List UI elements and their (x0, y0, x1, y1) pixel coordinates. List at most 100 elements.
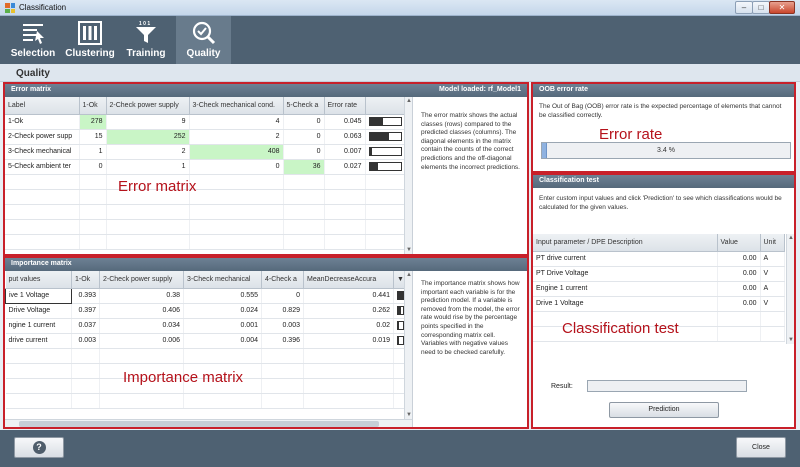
column-header[interactable]: 3-Check mechanical cond. (189, 97, 284, 115)
table-row[interactable]: 1-Ok 278 9 4 0 0.045 (5, 114, 406, 130)
close-button[interactable]: Close (736, 437, 786, 458)
row-label: 1-Ok (5, 114, 80, 130)
error-rate-bar-cell (365, 159, 406, 175)
scroll-up-icon[interactable]: ▲ (406, 272, 412, 278)
scroll-up-icon[interactable]: ▲ (406, 98, 412, 104)
main-toolbar: Selection Clustering 1 0 1 Training Qual… (0, 16, 800, 64)
column-header[interactable]: 1-Ok (71, 271, 100, 289)
table-row[interactable]: ive 1 Voltage 0.393 0.38 0.555 0 0.441 (5, 287, 408, 304)
scroll-down-icon[interactable]: ▼ (406, 247, 412, 253)
help-button[interactable]: ? (14, 437, 64, 458)
mda-bar (397, 291, 404, 300)
column-header[interactable]: Error rate (324, 97, 366, 115)
parameter-unit: A (760, 281, 785, 297)
page-title: Quality (16, 68, 50, 79)
column-header[interactable]: 2-Check power supply (99, 271, 184, 289)
parameter-value-input[interactable]: 0.00 (717, 266, 761, 282)
column-header[interactable] (365, 97, 406, 115)
row-label: ngine 1 current (5, 318, 72, 334)
close-window-button[interactable]: ✕ (769, 1, 795, 14)
row-label: Drive Voltage (5, 303, 72, 319)
tab-clustering[interactable]: Clustering (64, 16, 116, 64)
table-row[interactable]: Drive Voltage 0.397 0.406 0.024 0.829 0.… (5, 303, 408, 319)
table-cell: 0.003 (261, 318, 304, 334)
empty-row (5, 204, 406, 220)
parameter-name: Engine 1 current (533, 281, 718, 297)
column-header[interactable]: 4-Check a (261, 271, 304, 289)
table-row[interactable]: 5-Check ambient ter 0 1 0 36 0.027 (5, 159, 406, 175)
error-matrix-header-row: Label 1-Ok 2-Check power supply 3-Check … (5, 97, 406, 115)
parameter-name: PT Drive Voltage (533, 266, 718, 282)
column-header[interactable]: MeanDecreaseAccura (303, 271, 394, 289)
error-rate-cell: 0.027 (324, 159, 366, 175)
scroll-up-icon[interactable]: ▲ (788, 235, 794, 241)
table-row[interactable]: 3-Check mechanical 1 2 408 0 0.007 (5, 144, 406, 160)
table-cell: 0.003 (71, 333, 100, 349)
input-parameters-scrollbar[interactable]: ▲ ▼ (786, 234, 794, 344)
column-header[interactable]: Value (717, 234, 761, 252)
column-header[interactable]: Input parameter / DPE Description (533, 234, 718, 252)
table-cell: 0.006 (99, 333, 184, 349)
scroll-thumb[interactable] (19, 421, 379, 427)
prediction-button[interactable]: Prediction (609, 402, 719, 418)
table-row[interactable]: PT drive current 0.00 A (533, 251, 785, 267)
tab-quality[interactable]: Quality (176, 16, 231, 64)
error-matrix-panel: Error matrix Model loaded: rf_Model1 Lab… (3, 82, 529, 256)
table-cell: 0.034 (99, 318, 184, 334)
table-cell: 0 (283, 114, 325, 130)
importance-matrix-hscrollbar[interactable] (5, 419, 412, 427)
table-cell: 0.555 (183, 288, 262, 304)
tab-selection[interactable]: Selection (8, 16, 58, 64)
importance-matrix-panel: Importance matrix put values 1-Ok 2-Chec… (3, 256, 529, 429)
parameter-name: PT drive current (533, 251, 718, 267)
table-row[interactable]: drive current 0.003 0.006 0.004 0.396 0.… (5, 333, 408, 349)
parameter-value-input[interactable]: 0.00 (717, 296, 761, 312)
column-header[interactable]: 1-Ok (79, 97, 107, 115)
error-matrix-title: Error matrix (11, 86, 52, 93)
model-loaded-label: Model loaded: rf_Model1 (438, 86, 521, 93)
importance-matrix-grid[interactable]: put values 1-Ok 2-Check power supply 3-C… (5, 271, 413, 427)
table-row[interactable]: Drive 1 Voltage 0.00 V (533, 296, 785, 312)
importance-matrix-description: The importance matrix shows how importan… (421, 280, 520, 356)
column-header[interactable]: Unit (760, 234, 785, 252)
parameter-value-input[interactable]: 0.00 (717, 251, 761, 267)
classification-test-panel: Classification test Enter custom input v… (531, 173, 796, 429)
tab-training[interactable]: 1 0 1 Training (122, 16, 170, 64)
empty-row (5, 174, 406, 190)
scroll-down-icon[interactable]: ▼ (788, 337, 794, 343)
table-row[interactable]: 2-Check power supp 15 252 2 0 0.063 (5, 129, 406, 145)
table-cell: 0.024 (183, 303, 262, 319)
table-cell: 9 (106, 114, 190, 130)
column-header[interactable]: put values (5, 271, 72, 289)
table-cell: 0.393 (71, 288, 100, 304)
parameter-unit: V (760, 296, 785, 312)
column-header[interactable]: 5-Check a (283, 97, 325, 115)
parameter-value-input[interactable]: 0.00 (717, 281, 761, 297)
table-cell: 0 (189, 159, 284, 175)
classification-test-header: Classification test (533, 175, 794, 188)
help-icon: ? (32, 440, 46, 454)
minimize-button[interactable]: – (735, 1, 753, 14)
table-cell: 2 (189, 129, 284, 145)
scroll-down-icon[interactable]: ▼ (406, 412, 412, 418)
error-rate-cell: 0.063 (324, 129, 366, 145)
importance-matrix-vscrollbar[interactable]: ▲ ▼ (404, 271, 412, 419)
table-row[interactable]: PT Drive Voltage 0.00 V (533, 266, 785, 282)
column-header[interactable]: 2-Check power supply (106, 97, 190, 115)
column-header[interactable]: Label (5, 97, 80, 115)
window-title: Classification (19, 3, 67, 12)
error-matrix-scrollbar[interactable]: ▲ ▼ (404, 97, 412, 254)
table-cell: 0.001 (183, 318, 262, 334)
error-matrix-grid[interactable]: Label 1-Ok 2-Check power supply 3-Check … (5, 97, 413, 254)
parameter-unit: A (760, 251, 785, 267)
maximize-button[interactable]: □ (752, 1, 770, 14)
table-row[interactable]: Engine 1 current 0.00 A (533, 281, 785, 297)
table-row[interactable]: ngine 1 current 0.037 0.034 0.001 0.003 … (5, 318, 408, 334)
column-header[interactable]: 3-Check mechanical (183, 271, 262, 289)
tab-training-label: Training (126, 48, 166, 59)
error-rate-bar (368, 147, 402, 156)
mda-bar (397, 321, 404, 330)
quality-icon (192, 21, 215, 45)
table-cell: 2 (106, 144, 190, 160)
table-cell: 1 (79, 144, 107, 160)
